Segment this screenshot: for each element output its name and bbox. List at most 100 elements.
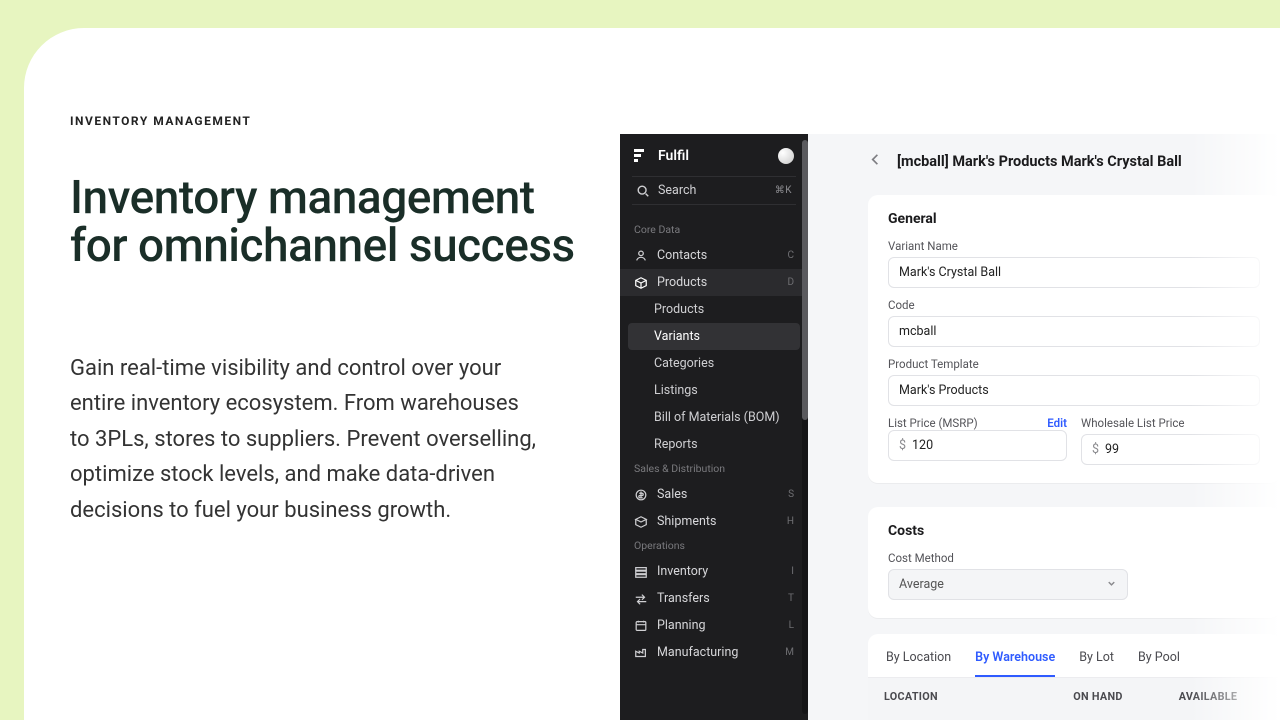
variant-name-label: Variant Name [888,239,1260,253]
sidebar-item-contacts[interactable]: Contacts C [620,242,808,269]
shortcut-key: H [787,516,794,527]
section-operations: Operations [620,535,808,558]
variant-name-field[interactable]: Mark's Crystal Ball [888,257,1260,288]
search-label: Search [658,183,696,198]
sidebar-item-label: Contacts [657,248,707,263]
sidebar-brand-row: Fulfil [620,148,808,176]
list-price-col: List Price (MSRP) Edit $ 120 [888,416,1067,465]
inventory-icon [634,565,648,579]
manufacturing-icon [634,646,648,660]
list-price-label: List Price (MSRP) [888,416,978,430]
wholesale-col: Wholesale List Price $ 99 [1081,416,1260,465]
user-avatar[interactable] [778,148,794,164]
wholesale-field[interactable]: $ 99 [1081,434,1260,465]
cost-method-value: Average [899,577,944,592]
th-available: AVAILABLE [1148,678,1268,720]
cost-method-label: Cost Method [888,551,1260,565]
app-frame: Fulfil Search ⌘K Core Data [620,134,1280,720]
planning-icon [634,619,648,633]
general-heading: General [888,211,1260,227]
sidebar-item-sales[interactable]: Sales S [620,481,808,508]
hero-body: Gain real-time visibility and control ov… [70,351,540,529]
inventory-tabs-card: By Location By Warehouse By Lot By Pool … [868,634,1280,720]
sidebar-item-products[interactable]: Products D [620,269,808,296]
sidebar-sub-categories[interactable]: Categories [620,350,808,377]
general-card: General Variant Name Mark's Crystal Ball… [868,195,1280,483]
search-icon [636,184,650,198]
shortcut-key: I [791,566,794,577]
shortcut-key: M [785,647,794,658]
sidebar-item-label: Shipments [657,514,716,529]
template-field[interactable]: Mark's Products [888,375,1260,406]
wholesale-value: 99 [1105,442,1119,457]
list-price-field[interactable]: $ 120 [888,430,1067,461]
costs-card: Costs Cost Method Average [868,507,1280,618]
tab-by-lot[interactable]: By Lot [1079,650,1114,677]
content-wrap: INVENTORY MANAGEMENT Inventory managemen… [24,28,1280,720]
transfers-icon [634,592,648,606]
search-shortcut: ⌘K [775,185,792,196]
inventory-table-header: LOCATION ON HAND AVAILABLE TO WARE [868,677,1280,720]
sidebar-sub-bom[interactable]: Bill of Materials (BOM) [620,404,808,431]
tab-by-pool[interactable]: By Pool [1138,650,1180,677]
sidebar-item-label: Inventory [657,564,708,579]
sidebar-sub-listings[interactable]: Listings [620,377,808,404]
brand-name: Fulfil [658,148,689,164]
sidebar-item-inventory[interactable]: Inventory I [620,558,808,585]
hero-title: Inventory management for omnichannel suc… [70,174,580,271]
shortcut-key: T [788,593,794,604]
tab-by-location[interactable]: By Location [886,650,951,677]
back-arrow-icon[interactable] [868,152,883,171]
tab-by-warehouse[interactable]: By Warehouse [975,650,1055,677]
price-row: List Price (MSRP) Edit $ 120 Wh [888,416,1260,465]
wholesale-label: Wholesale List Price [1081,416,1260,430]
sidebar-sub-variants[interactable]: Variants [628,323,800,350]
sidebar-item-label: Manufacturing [657,645,738,660]
detail-panel: [mcball] Mark's Products Mark's Crystal … [808,134,1280,720]
contacts-icon [634,249,648,263]
sidebar-item-transfers[interactable]: Transfers T [620,585,808,612]
currency-symbol: $ [1092,442,1099,457]
costs-heading: Costs [888,523,1260,539]
sidebar-sub-products[interactable]: Products [620,296,808,323]
sidebar-item-shipments[interactable]: Shipments H [620,508,808,535]
section-core-data: Core Data [620,219,808,242]
sidebar-item-planning[interactable]: Planning L [620,612,808,639]
th-location: LOCATION [868,678,1048,720]
template-label: Product Template [888,357,1260,371]
brand-left[interactable]: Fulfil [634,148,689,164]
code-field[interactable]: mcball [888,316,1260,347]
shortcut-key: D [787,277,794,288]
sidebar-item-label: Planning [657,618,706,633]
detail-inner: [mcball] Mark's Products Mark's Crystal … [808,134,1280,720]
products-icon [634,276,648,290]
sidebar-item-manufacturing[interactable]: Manufacturing M [620,639,808,666]
shortcut-key: S [788,489,794,500]
chevron-down-icon [1106,578,1117,592]
section-sales-dist: Sales & Distribution [620,458,808,481]
white-sheet: INVENTORY MANAGEMENT Inventory managemen… [24,28,1280,720]
sales-icon [634,488,648,502]
code-label: Code [888,298,1260,312]
list-price-value: 120 [912,438,933,453]
shortcut-key: C [787,250,794,261]
sidebar-item-label: Sales [657,487,687,502]
sidebar-search[interactable]: Search ⌘K [632,176,796,205]
fulfil-logo-icon [634,149,650,163]
th-on-hand: ON HAND [1048,678,1148,720]
inventory-tabs: By Location By Warehouse By Lot By Pool [868,644,1280,677]
breadcrumb-title: [mcball] Mark's Products Mark's Crystal … [897,153,1182,170]
sidebar-item-label: Transfers [657,591,710,606]
marketing-column: INVENTORY MANAGEMENT Inventory managemen… [24,28,620,720]
cost-method-select[interactable]: Average [888,569,1128,600]
shortcut-key: L [789,620,794,631]
page-root: INVENTORY MANAGEMENT Inventory managemen… [0,0,1280,720]
eyebrow: INVENTORY MANAGEMENT [70,114,580,128]
sidebar-sub-reports[interactable]: Reports [620,431,808,458]
currency-symbol: $ [899,438,906,453]
th-more: TO WARE [1268,678,1280,720]
sidebar-item-label: Products [657,275,707,290]
shipments-icon [634,515,648,529]
edit-list-price-link[interactable]: Edit [1047,416,1067,430]
breadcrumb-row: [mcball] Mark's Products Mark's Crystal … [868,152,1280,171]
